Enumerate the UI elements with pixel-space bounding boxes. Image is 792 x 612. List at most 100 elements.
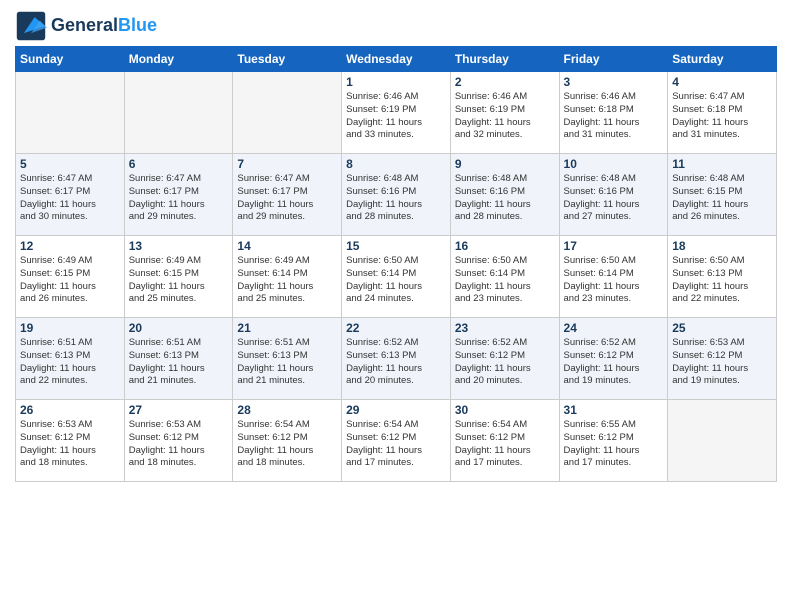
day-info: Sunrise: 6:54 AMSunset: 6:12 PMDaylight:… <box>455 419 555 470</box>
calendar-cell: 9 Sunrise: 6:48 AMSunset: 6:16 PMDaylight… <box>450 154 559 236</box>
calendar-cell: 2 Sunrise: 6:46 AMSunset: 6:19 PMDaylight… <box>450 72 559 154</box>
calendar-cell: 8 Sunrise: 6:48 AMSunset: 6:16 PMDaylight… <box>342 154 451 236</box>
calendar-cell: 20Sunrise: 6:51 AMSunset: 6:13 PMDayligh… <box>124 318 233 400</box>
day-number: 12 <box>20 239 120 253</box>
day-info: Sunrise: 6:51 AMSunset: 6:13 PMDaylight:… <box>237 337 337 388</box>
day-info: Sunrise: 6:48 AMSunset: 6:16 PMDaylight:… <box>346 173 446 224</box>
day-number: 18 <box>672 239 772 253</box>
day-number: 13 <box>129 239 229 253</box>
day-number: 5 <box>20 157 120 171</box>
calendar-cell: 31Sunrise: 6:55 AMSunset: 6:12 PMDayligh… <box>559 400 668 482</box>
calendar-cell: 10 Sunrise: 6:48 AMSunset: 6:16 PMDayligh… <box>559 154 668 236</box>
day-number: 23 <box>455 321 555 335</box>
day-info: Sunrise: 6:46 AMSunset: 6:19 PMDaylight:… <box>455 91 555 142</box>
calendar-table: SundayMondayTuesdayWednesdayThursdayFrid… <box>15 46 777 482</box>
calendar-cell: 7Sunrise: 6:47 AMSunset: 6:17 PMDaylight… <box>233 154 342 236</box>
calendar-cell: 11 Sunrise: 6:48 AMSunset: 6:15 PMDayligh… <box>668 154 777 236</box>
day-info: Sunrise: 6:49 AMSunset: 6:14 PMDaylight:… <box>237 255 337 306</box>
day-number: 28 <box>237 403 337 417</box>
calendar-cell: 17 Sunrise: 6:50 AMSunset: 6:14 PMDayligh… <box>559 236 668 318</box>
weekday-header-friday: Friday <box>559 47 668 72</box>
day-number: 19 <box>20 321 120 335</box>
day-info: Sunrise: 6:51 AMSunset: 6:13 PMDaylight:… <box>20 337 120 388</box>
day-number: 24 <box>564 321 664 335</box>
day-info: Sunrise: 6:48 AMSunset: 6:15 PMDaylight:… <box>672 173 772 224</box>
day-number: 3 <box>564 75 664 89</box>
day-number: 7 <box>237 157 337 171</box>
calendar-cell <box>233 72 342 154</box>
calendar-cell: 29 Sunrise: 6:54 AMSunset: 6:12 PMDayligh… <box>342 400 451 482</box>
day-info: Sunrise: 6:53 AMSunset: 6:12 PMDaylight:… <box>129 419 229 470</box>
weekday-header-tuesday: Tuesday <box>233 47 342 72</box>
day-info: Sunrise: 6:46 AMSunset: 6:19 PMDaylight:… <box>346 91 446 142</box>
day-number: 21 <box>237 321 337 335</box>
calendar-cell: 25 Sunrise: 6:53 AMSunset: 6:12 PMDayligh… <box>668 318 777 400</box>
calendar-cell: 15 Sunrise: 6:50 AMSunset: 6:14 PMDayligh… <box>342 236 451 318</box>
day-info: Sunrise: 6:51 AMSunset: 6:13 PMDaylight:… <box>129 337 229 388</box>
calendar-cell: 24Sunrise: 6:52 AMSunset: 6:12 PMDayligh… <box>559 318 668 400</box>
day-number: 9 <box>455 157 555 171</box>
weekday-header-monday: Monday <box>124 47 233 72</box>
weekday-header-row: SundayMondayTuesdayWednesdayThursdayFrid… <box>16 47 777 72</box>
day-number: 27 <box>129 403 229 417</box>
day-number: 30 <box>455 403 555 417</box>
day-info: Sunrise: 6:52 AMSunset: 6:13 PMDaylight:… <box>346 337 446 388</box>
weekday-header-saturday: Saturday <box>668 47 777 72</box>
day-number: 29 <box>346 403 446 417</box>
day-info: Sunrise: 6:48 AMSunset: 6:16 PMDaylight:… <box>455 173 555 224</box>
day-number: 14 <box>237 239 337 253</box>
day-info: Sunrise: 6:46 AMSunset: 6:18 PMDaylight:… <box>564 91 664 142</box>
weekday-header-thursday: Thursday <box>450 47 559 72</box>
calendar-cell: 3 Sunrise: 6:46 AMSunset: 6:18 PMDaylight… <box>559 72 668 154</box>
day-info: Sunrise: 6:47 AMSunset: 6:18 PMDaylight:… <box>672 91 772 142</box>
day-info: Sunrise: 6:50 AMSunset: 6:14 PMDaylight:… <box>346 255 446 306</box>
day-number: 25 <box>672 321 772 335</box>
calendar-cell: 23Sunrise: 6:52 AMSunset: 6:12 PMDayligh… <box>450 318 559 400</box>
day-number: 15 <box>346 239 446 253</box>
calendar-cell: 19 Sunrise: 6:51 AMSunset: 6:13 PMDayligh… <box>16 318 125 400</box>
week-row-1: 1 Sunrise: 6:46 AMSunset: 6:19 PMDaylight… <box>16 72 777 154</box>
calendar-cell <box>16 72 125 154</box>
calendar-cell: 16Sunrise: 6:50 AMSunset: 6:14 PMDayligh… <box>450 236 559 318</box>
calendar-cell: 30 Sunrise: 6:54 AMSunset: 6:12 PMDayligh… <box>450 400 559 482</box>
day-number: 31 <box>564 403 664 417</box>
weekday-header-wednesday: Wednesday <box>342 47 451 72</box>
calendar-cell <box>124 72 233 154</box>
day-number: 1 <box>346 75 446 89</box>
calendar-cell: 4 Sunrise: 6:47 AMSunset: 6:18 PMDaylight… <box>668 72 777 154</box>
day-info: Sunrise: 6:49 AMSunset: 6:15 PMDaylight:… <box>20 255 120 306</box>
weekday-header-sunday: Sunday <box>16 47 125 72</box>
header: GeneralBlue <box>15 10 777 42</box>
calendar-cell: 21 Sunrise: 6:51 AMSunset: 6:13 PMDayligh… <box>233 318 342 400</box>
day-number: 10 <box>564 157 664 171</box>
calendar-cell: 13 Sunrise: 6:49 AMSunset: 6:15 PMDayligh… <box>124 236 233 318</box>
calendar-cell: 12 Sunrise: 6:49 AMSunset: 6:15 PMDayligh… <box>16 236 125 318</box>
main-container: GeneralBlue SundayMondayTuesdayWednesday… <box>0 0 792 492</box>
day-info: Sunrise: 6:48 AMSunset: 6:16 PMDaylight:… <box>564 173 664 224</box>
day-number: 8 <box>346 157 446 171</box>
day-info: Sunrise: 6:50 AMSunset: 6:13 PMDaylight:… <box>672 255 772 306</box>
day-info: Sunrise: 6:54 AMSunset: 6:12 PMDaylight:… <box>346 419 446 470</box>
day-number: 6 <box>129 157 229 171</box>
day-number: 2 <box>455 75 555 89</box>
day-info: Sunrise: 6:50 AMSunset: 6:14 PMDaylight:… <box>455 255 555 306</box>
calendar-cell <box>668 400 777 482</box>
day-info: Sunrise: 6:53 AMSunset: 6:12 PMDaylight:… <box>20 419 120 470</box>
day-number: 17 <box>564 239 664 253</box>
calendar-cell: 1 Sunrise: 6:46 AMSunset: 6:19 PMDaylight… <box>342 72 451 154</box>
day-number: 11 <box>672 157 772 171</box>
calendar-cell: 18 Sunrise: 6:50 AMSunset: 6:13 PMDayligh… <box>668 236 777 318</box>
day-info: Sunrise: 6:49 AMSunset: 6:15 PMDaylight:… <box>129 255 229 306</box>
logo-icon <box>15 10 47 42</box>
day-number: 4 <box>672 75 772 89</box>
calendar-cell: 14 Sunrise: 6:49 AMSunset: 6:14 PMDayligh… <box>233 236 342 318</box>
day-info: Sunrise: 6:53 AMSunset: 6:12 PMDaylight:… <box>672 337 772 388</box>
calendar-cell: 26 Sunrise: 6:53 AMSunset: 6:12 PMDayligh… <box>16 400 125 482</box>
day-info: Sunrise: 6:47 AMSunset: 6:17 PMDaylight:… <box>129 173 229 224</box>
day-number: 22 <box>346 321 446 335</box>
day-info: Sunrise: 6:54 AMSunset: 6:12 PMDaylight:… <box>237 419 337 470</box>
day-number: 26 <box>20 403 120 417</box>
day-info: Sunrise: 6:50 AMSunset: 6:14 PMDaylight:… <box>564 255 664 306</box>
logo: GeneralBlue <box>15 10 157 42</box>
calendar-cell: 6 Sunrise: 6:47 AMSunset: 6:17 PMDaylight… <box>124 154 233 236</box>
